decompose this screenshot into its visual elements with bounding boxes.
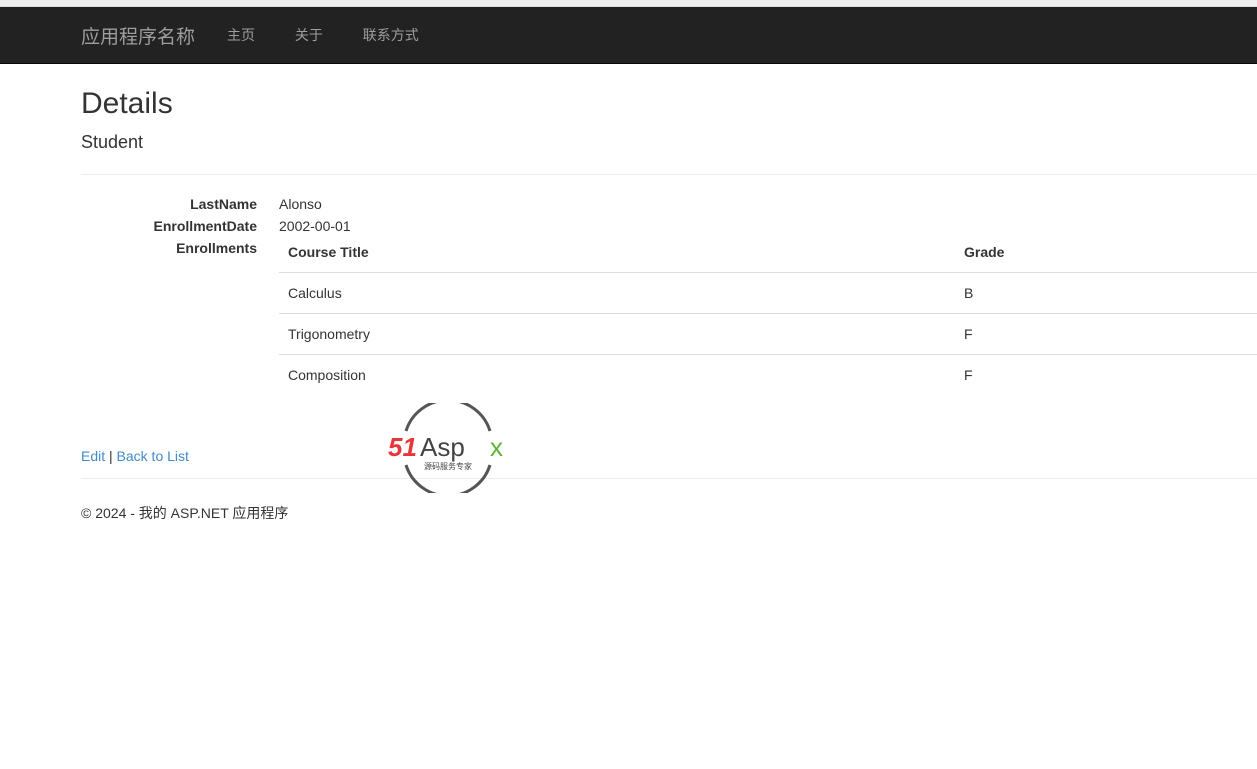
last-name-value: Alonso xyxy=(279,196,322,212)
course-title: Calculus xyxy=(288,285,342,301)
table-row: Composition F xyxy=(279,354,1257,395)
svg-text:51: 51 xyxy=(388,432,417,462)
browser-strip xyxy=(0,0,1257,7)
nav-about[interactable]: 关于 xyxy=(295,27,323,43)
header-course-title: Course Title xyxy=(279,232,955,273)
page-title: Details xyxy=(81,87,173,120)
navbar: 应用程序名称 主页 关于 联系方式 xyxy=(0,7,1257,64)
enrollment-date-label: EnrollmentDate xyxy=(153,218,257,234)
grade: F xyxy=(955,313,1257,355)
table-row: Trigonometry F xyxy=(279,313,1257,355)
footer-text: © 2024 - 我的 ASP.NET 应用程序 xyxy=(81,505,289,521)
link-separator: | xyxy=(109,448,113,464)
table-row: Calculus B xyxy=(279,273,1257,314)
nav-contact[interactable]: 联系方式 xyxy=(363,27,419,43)
main-content: Details Student LastName Alonso Enrollme… xyxy=(0,86,1257,523)
action-links: Edit | Back to List xyxy=(81,448,1257,464)
details-list: LastName Alonso EnrollmentDate 2002-00-0… xyxy=(81,195,1257,395)
nav-home[interactable]: 主页 xyxy=(227,27,255,43)
svg-text:Asp: Asp xyxy=(420,432,465,462)
divider xyxy=(81,174,1257,175)
enrollments-table: Course Title Grade Calculus B Trigonometr… xyxy=(279,232,1257,395)
course-title: Composition xyxy=(279,354,955,395)
last-name-label: LastName xyxy=(190,196,257,212)
svg-text:源码服务专家: 源码服务专家 xyxy=(424,461,472,471)
watermark-logo: 51 Asp x 源码服务专家 xyxy=(388,403,503,493)
grade: B xyxy=(964,285,974,301)
svg-text:x: x xyxy=(490,432,503,462)
nav-menu: 主页 关于 联系方式 xyxy=(227,25,455,45)
enrollments-value: Course Title Grade Calculus B Trigonometr… xyxy=(279,232,1257,395)
header-grade: Grade xyxy=(955,232,1257,273)
enrollments-label: Enrollments xyxy=(176,240,257,256)
back-to-list-link[interactable]: Back to List xyxy=(117,448,189,464)
course-title: Trigonometry xyxy=(279,313,955,355)
grade: F xyxy=(955,354,1257,395)
page-subtitle: Student xyxy=(81,132,144,152)
brand-link[interactable]: 应用程序名称 xyxy=(81,22,195,49)
edit-link[interactable]: Edit xyxy=(81,448,105,464)
footer: © 2024 - 我的 ASP.NET 应用程序 xyxy=(81,478,1257,523)
